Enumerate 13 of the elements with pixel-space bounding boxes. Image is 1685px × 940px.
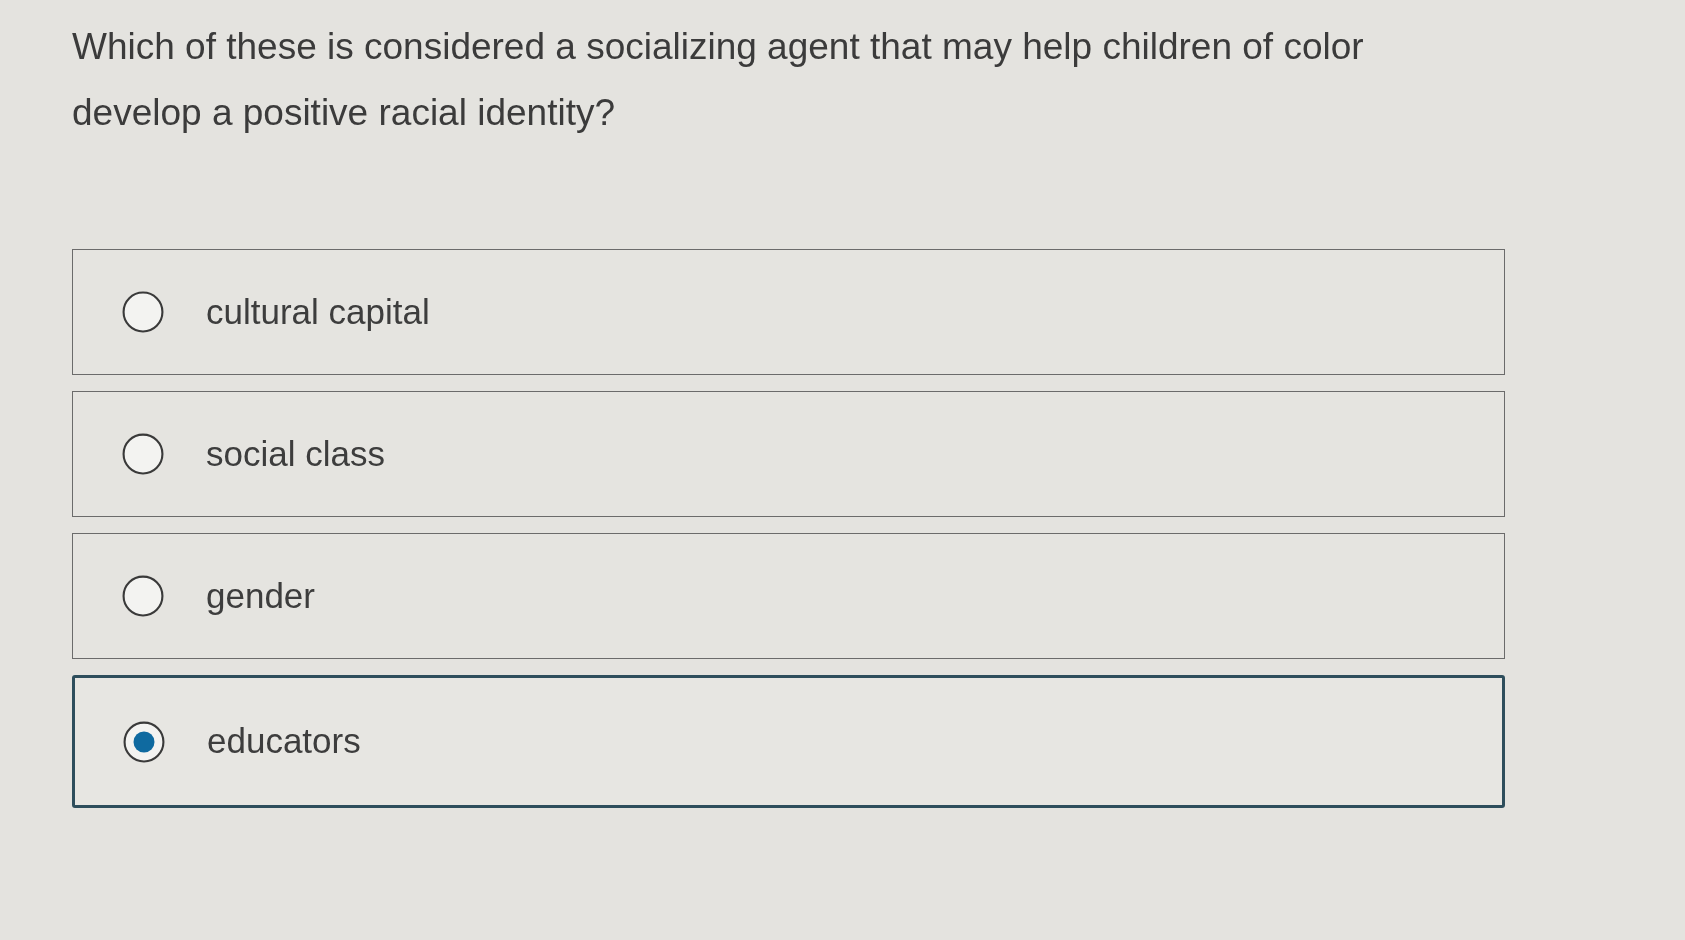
option-label: cultural capital [206, 290, 430, 333]
answer-option[interactable]: cultural capital [72, 249, 1505, 375]
option-label: educators [207, 720, 361, 763]
answer-option[interactable]: gender [72, 533, 1505, 659]
answer-option[interactable]: educators [72, 675, 1505, 808]
radio-button[interactable] [122, 433, 164, 475]
question-text: Which of these is considered a socializing agent that may help children of color develop a positive racial identity? [72, 25, 1365, 135]
option-label: gender [206, 574, 315, 617]
radio-button[interactable] [122, 575, 164, 617]
radio-button-selected[interactable] [123, 720, 165, 763]
answer-option[interactable]: social class [72, 391, 1505, 517]
option-label: social class [206, 432, 385, 475]
radio-button[interactable] [122, 291, 164, 333]
